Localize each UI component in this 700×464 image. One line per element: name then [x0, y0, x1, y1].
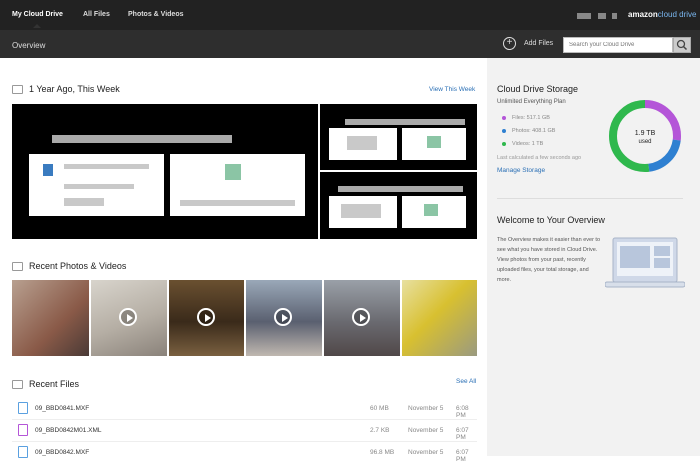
storage-donut-chart: 1.9 TB used [609, 100, 681, 172]
storage-title: Cloud Drive Storage [497, 84, 579, 94]
legend-files: Files: 517.1 GB [502, 115, 550, 121]
videos-dot-icon [502, 142, 506, 146]
page-title: Overview [12, 41, 46, 50]
list-icon [12, 379, 23, 389]
file-row[interactable]: 09_BBD0842M01.XML 2.7 KB November 5 6:07… [12, 421, 477, 442]
blurred-text [64, 198, 104, 206]
tab-my-cloud-drive[interactable]: My Cloud Drive [12, 11, 63, 18]
account-name-blurred[interactable] [577, 13, 591, 19]
blurred-text [180, 200, 295, 206]
file-size: 96.8 MB [370, 449, 395, 456]
file-row[interactable]: 09_BBD0841.MXF 60 MB November 5 6:08 PM [12, 399, 477, 420]
videos-label: Videos: 1 TB [512, 141, 544, 147]
recent-files-header: Recent Files [12, 379, 79, 389]
right-sidebar: Cloud Drive Storage Unlimited Everything… [487, 58, 700, 456]
tab-photos-videos[interactable]: Photos & Videos [128, 11, 184, 18]
last-calculated: Last calculated a few seconds ago [497, 155, 582, 161]
blurred-text [341, 204, 381, 218]
see-all-link[interactable]: See All [456, 378, 476, 385]
search-icon [676, 39, 688, 51]
play-icon [197, 308, 215, 326]
photos-label: Photos: 408.1 GB [512, 128, 556, 134]
file-time: 6:08 PM [456, 405, 469, 419]
play-icon [119, 308, 137, 326]
tab-all-files[interactable]: All Files [83, 11, 110, 18]
memory-tile-large[interactable] [12, 104, 318, 239]
file-name: 09_BBD0842M01.XML [35, 427, 102, 434]
file-date: November 5 [408, 449, 444, 456]
blurred-text [64, 184, 134, 189]
video-thumbnail[interactable] [324, 280, 400, 356]
search-button[interactable] [673, 37, 691, 53]
active-tab-indicator [33, 24, 41, 28]
donut-label: used [638, 139, 651, 145]
amazon-cloud-drive-logo[interactable]: amazoncloud drive [628, 10, 696, 19]
play-icon [274, 308, 292, 326]
file-size: 60 MB [370, 405, 389, 412]
photo-icon [12, 261, 23, 271]
blurred-thumbnail [427, 136, 441, 148]
blurred-thumbnail [424, 204, 438, 216]
manage-storage-link[interactable]: Manage Storage [497, 167, 545, 174]
recent-photos-header: Recent Photos & Videos [12, 261, 126, 271]
video-thumbnail[interactable] [91, 280, 167, 356]
file-name: 09_BBD0841.MXF [35, 405, 90, 412]
welcome-body: The Overview makes it easier than ever t… [497, 237, 601, 283]
top-nav-bar: My Cloud Drive All Files Photos & Videos… [0, 0, 700, 30]
code-file-icon [18, 424, 28, 436]
add-files-label: Add Files [524, 40, 554, 47]
blurred-text [64, 164, 149, 169]
year-ago-title: 1 Year Ago, This Week [29, 84, 120, 94]
files-dot-icon [502, 116, 506, 120]
recent-files-title: Recent Files [29, 379, 80, 389]
files-label: Files: 517.1 GB [512, 115, 550, 121]
memory-preview [402, 196, 466, 228]
file-size: 2.7 KB [370, 427, 390, 434]
calendar-icon [12, 84, 23, 94]
memory-tile-top-right[interactable] [320, 104, 477, 170]
memory-preview [329, 128, 397, 160]
donut-value: 1.9 TB [635, 130, 656, 137]
video-file-icon [18, 446, 28, 458]
recent-photos-title: Recent Photos & Videos [29, 261, 127, 271]
blurred-text [347, 136, 377, 150]
file-date: November 5 [408, 427, 444, 434]
welcome-title: Welcome to Your Overview [497, 215, 605, 225]
computer-illustration-icon [605, 237, 685, 288]
memory-preview [329, 196, 397, 228]
legend-videos: Videos: 1 TB [502, 141, 543, 147]
blurred-title [52, 135, 232, 143]
memory-preview-left [29, 154, 164, 216]
settings-blurred[interactable] [612, 13, 617, 19]
logo-main: amazon [628, 10, 658, 19]
file-date: November 5 [408, 405, 444, 412]
blurred-thumbnail [225, 164, 241, 180]
blurred-title [338, 186, 463, 192]
logo-sub: cloud drive [657, 10, 697, 19]
view-this-week-link[interactable]: View This Week [429, 86, 475, 93]
play-icon [352, 308, 370, 326]
divider [497, 198, 683, 199]
blurred-title [345, 119, 465, 125]
search-input[interactable] [563, 37, 673, 53]
video-thumbnail[interactable] [246, 280, 322, 356]
legend-photos: Photos: 408.1 GB [502, 128, 555, 134]
file-time: 6:07 PM [456, 449, 469, 463]
file-time: 6:07 PM [456, 427, 469, 441]
video-file-icon [18, 402, 28, 414]
blurred-icon [43, 164, 53, 176]
plus-icon: + [503, 37, 516, 50]
photo-thumbnail[interactable] [12, 280, 89, 356]
memory-preview [402, 128, 466, 160]
memory-preview-right [170, 154, 305, 216]
photo-thumbnail[interactable] [402, 280, 477, 356]
file-row[interactable]: 09_BBD0842.MXF 96.8 MB November 5 6:07 P… [12, 443, 477, 464]
account-menu-blurred[interactable] [598, 13, 606, 19]
file-name: 09_BBD0842.MXF [35, 449, 90, 456]
video-thumbnail[interactable] [169, 280, 244, 356]
photos-dot-icon [502, 129, 506, 133]
year-ago-header: 1 Year Ago, This Week [12, 84, 120, 94]
memory-tile-bottom-right[interactable] [320, 172, 477, 239]
add-files-button[interactable]: + Add Files [503, 37, 553, 50]
